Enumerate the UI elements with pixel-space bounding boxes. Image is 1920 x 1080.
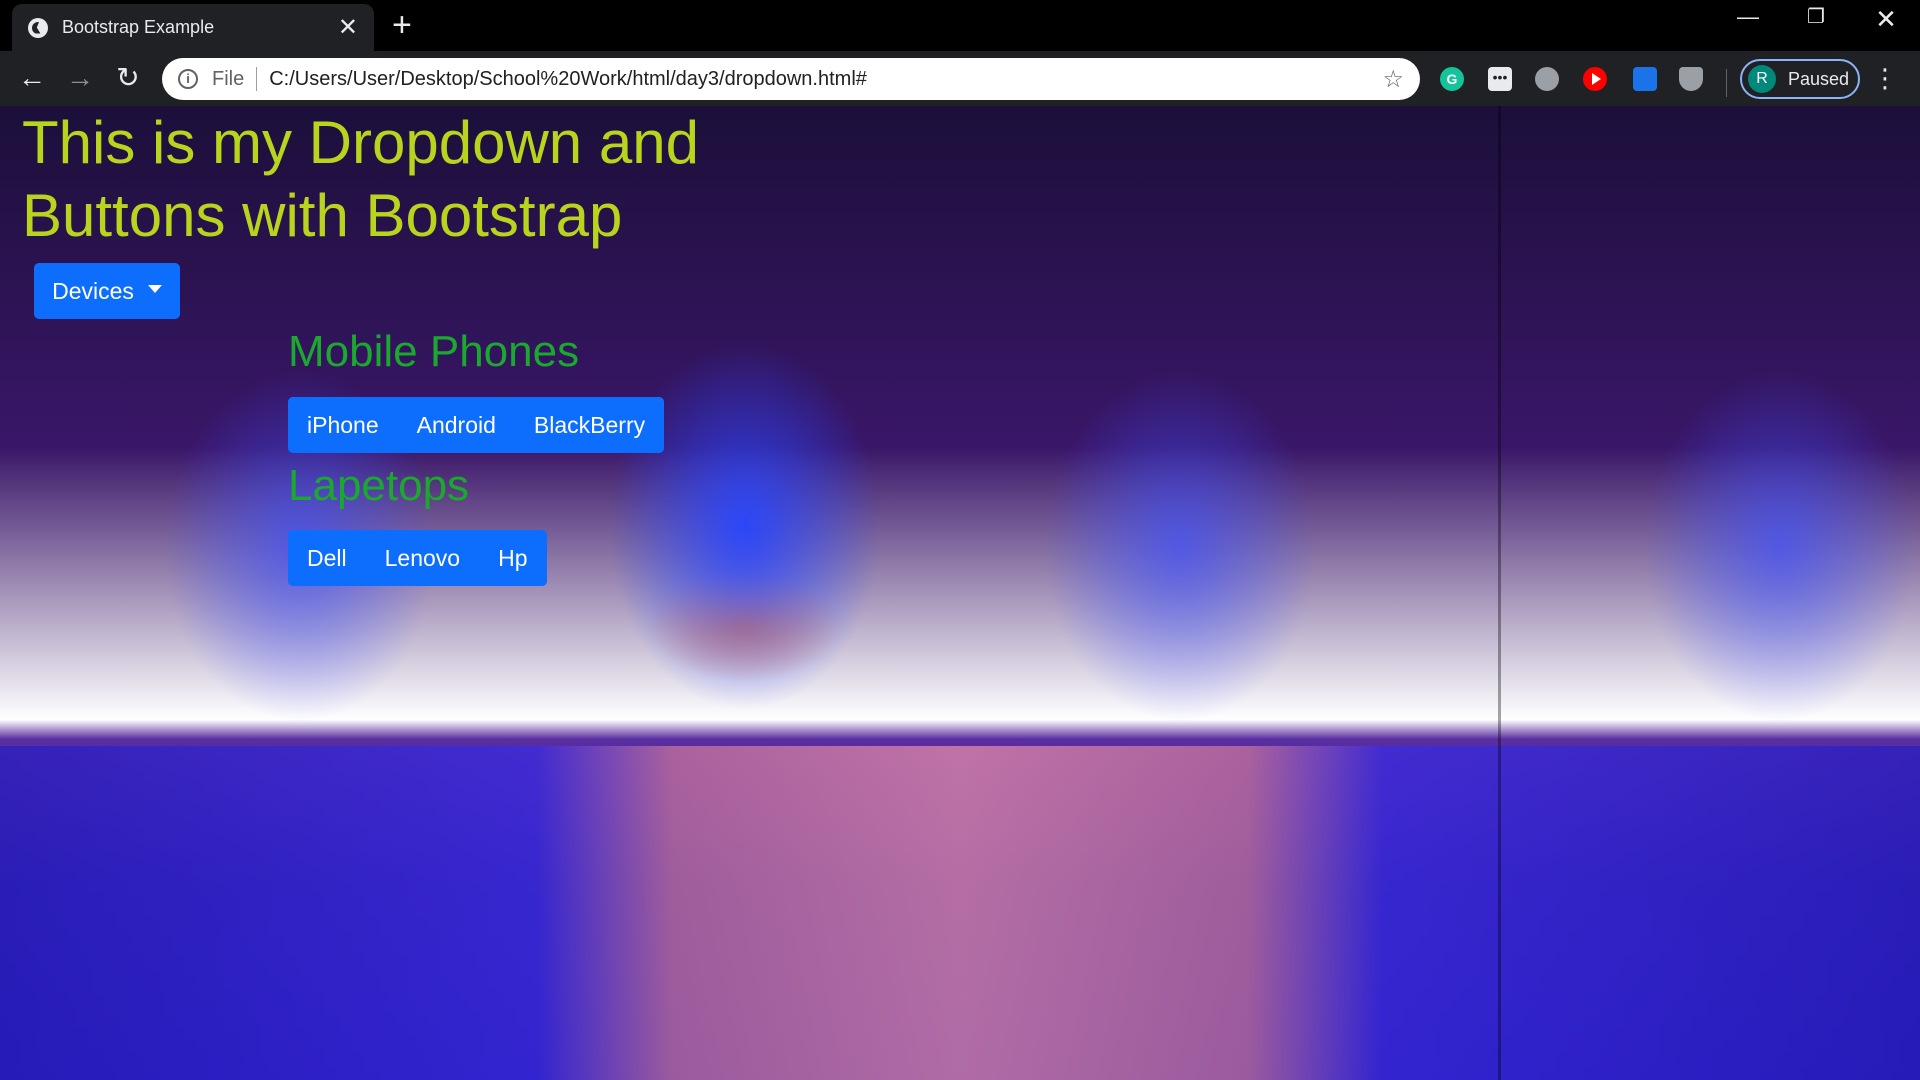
forward-button[interactable]: → [62,61,98,95]
globe-extension-icon[interactable] [1535,67,1559,91]
tab-title: Bootstrap Example [62,17,215,37]
reload-button[interactable]: ↻ [110,61,146,95]
close-window-button[interactable]: ✕ [1856,4,1916,35]
browser-menu-icon[interactable]: ⋮ [1872,61,1898,95]
info-icon[interactable]: i [178,69,198,89]
mobile-phones-button-group: iPhone Android BlackBerry [288,397,665,453]
url-text[interactable]: C:/Users/User/Desktop/School%20Work/html… [269,68,1382,91]
iphone-button[interactable]: iPhone [288,397,398,453]
bookmark-star-icon[interactable]: ☆ [1382,65,1404,94]
dell-button[interactable]: Dell [288,530,366,586]
back-button[interactable]: ← [14,61,50,95]
globe-icon [28,17,48,38]
profile-button[interactable]: R Paused [1740,59,1860,99]
browser-toolbar: ← → ↻ i File C:/Users/User/Desktop/Schoo… [0,51,1920,106]
background-image-seam [1498,106,1501,1080]
maximize-button[interactable]: ❐ [1786,4,1846,29]
browser-tab-bar: Bootstrap Example ✕ + — ❐ ✕ [0,0,1920,51]
tab-close-icon[interactable]: ✕ [338,15,358,40]
cast-extension-icon[interactable] [1633,67,1657,91]
address-separator [256,67,258,91]
minimize-button[interactable]: — [1718,4,1778,30]
youtube-extension-icon[interactable] [1583,67,1607,91]
address-bar[interactable]: i File C:/Users/User/Desktop/School%20Wo… [162,58,1420,100]
page-title: This is my Dropdown and Buttons with Boo… [22,109,699,249]
laptops-heading: Lapetops [288,461,470,510]
avatar: R [1748,65,1776,93]
background-image-floor [0,746,1920,1080]
lenovo-button[interactable]: Lenovo [365,530,480,586]
hp-button[interactable]: Hp [479,530,547,586]
shield-extension-icon[interactable] [1679,67,1703,91]
devices-dropdown-label: Devices [52,277,134,304]
android-button[interactable]: Android [397,397,515,453]
new-tab-button[interactable]: + [392,8,412,42]
blackberry-button[interactable]: BlackBerry [514,397,665,453]
caret-down-icon [147,285,162,293]
toolbar-divider [1726,69,1727,97]
grammarly-icon[interactable]: G [1440,67,1464,91]
devices-dropdown-button[interactable]: Devices [34,263,180,319]
scheme-label: File [212,67,245,90]
laptops-button-group: Dell Lenovo Hp [288,530,547,586]
page-viewport: This is my Dropdown and Buttons with Boo… [0,106,1920,1080]
dots-extension-icon[interactable]: ••• [1488,67,1512,91]
browser-tab[interactable]: Bootstrap Example ✕ [12,4,374,51]
mobile-phones-heading: Mobile Phones [288,327,580,376]
profile-status: Paused [1788,68,1850,89]
